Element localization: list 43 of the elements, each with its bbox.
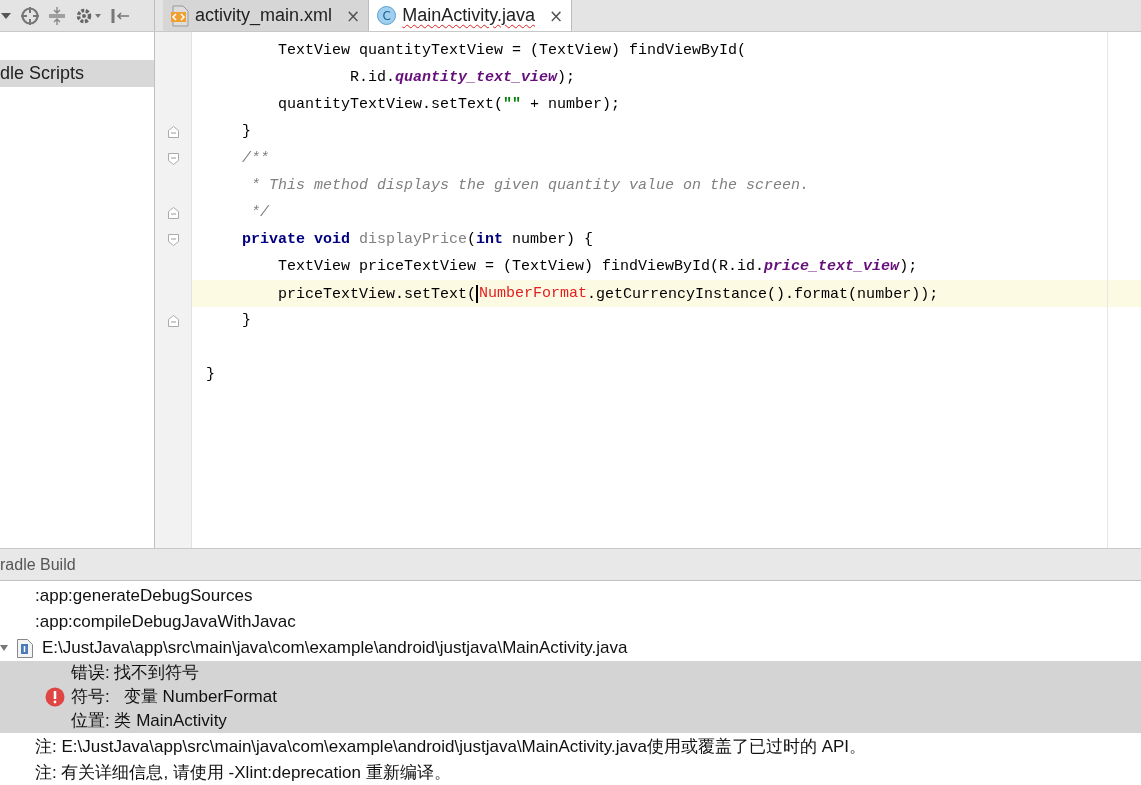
tab-label: activity_main.xml xyxy=(195,5,333,26)
fold-start-icon[interactable] xyxy=(167,152,179,165)
fold-start-icon[interactable] xyxy=(167,233,179,246)
selected-row-highlight[interactable]: 错误: 找不到符号 符号: 变量 NumberFormat 位置: 类 MainActivity xyxy=(0,661,1141,733)
fold-end-icon[interactable] xyxy=(167,125,179,138)
error-message: 位置: 类 MainActivity xyxy=(71,710,228,732)
class-icon: C xyxy=(377,6,397,25)
code-line: } xyxy=(206,366,215,383)
close-icon[interactable]: × xyxy=(346,5,361,26)
error-message: 符号: 变量 NumberFormat xyxy=(71,686,277,708)
build-message: :app:generateDebugSources xyxy=(35,586,253,606)
build-message: 注: E:\JustJava\app\src\main\java\com\example\android\justjava\MainActivity.java使用或覆盖了已过时的 API。 xyxy=(35,735,867,758)
collapse-icon[interactable] xyxy=(48,5,66,26)
code-line: * This method displays the given quantity value on the screen. xyxy=(250,177,810,194)
tab-label: MainActivity.java xyxy=(402,5,535,26)
close-icon[interactable]: × xyxy=(549,5,564,26)
sidebar-item[interactable]: dle Scripts xyxy=(0,60,154,87)
xml-file-icon xyxy=(171,4,189,27)
code-line: quantityTextView.setText("" + number); xyxy=(277,96,621,113)
fold-end-icon[interactable] xyxy=(167,206,179,219)
code-line: } xyxy=(241,123,251,140)
text-caret xyxy=(476,284,479,303)
code-line: */ xyxy=(250,204,269,221)
file-path[interactable]: E:\JustJava\app\src\main\java\com\example\android\justjava\MainActivity.java xyxy=(42,638,628,658)
expanded-arrow-icon[interactable] xyxy=(0,644,8,652)
code-line: } xyxy=(241,312,251,329)
error-icon xyxy=(45,687,65,707)
build-message: 注: 有关详细信息, 请使用 -Xlint:deprecation 重新编译。 xyxy=(35,761,451,784)
code-line: R.id.quantity_text_view); xyxy=(349,69,576,86)
code-line: private void displayPrice(int number) { xyxy=(241,231,594,248)
editor-tab[interactable]: activity_main.xml × xyxy=(163,0,370,31)
code-line: priceTextView.setText( NumberFormat.getCurrencyInstance().format(number)); xyxy=(277,284,939,303)
editor-tab[interactable]: C MainActivity.java × xyxy=(369,0,573,31)
crosshair-icon[interactable] xyxy=(20,5,40,26)
java-file-icon xyxy=(17,638,33,658)
error-message: 错误: 找不到符号 xyxy=(71,662,201,684)
code-line: TextView priceTextView = (TextView) findViewById(R.id.price_text_view); xyxy=(277,258,918,275)
code-line: /** xyxy=(241,150,269,167)
panel-title: radle Build xyxy=(0,555,76,574)
build-message: :app:compileDebugJavaWithJavac xyxy=(35,612,296,632)
caret-icon[interactable] xyxy=(0,10,12,21)
fold-end-icon[interactable] xyxy=(167,314,179,327)
code-line: TextView quantityTextView = (TextView) findViewById( xyxy=(277,42,747,59)
